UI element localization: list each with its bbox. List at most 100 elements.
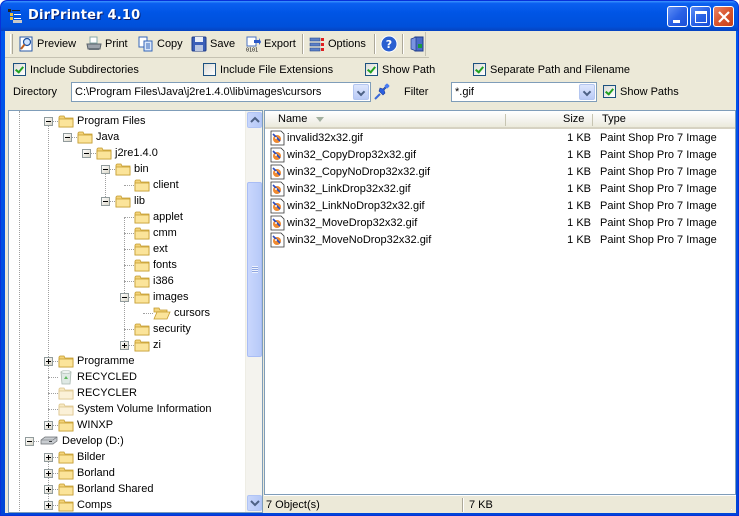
- minimize-button[interactable]: [667, 6, 688, 27]
- file-row[interactable]: win32_MoveNoDrop32x32.gif 1 KB Paint Shop …: [265, 232, 735, 249]
- maximize-button[interactable]: [690, 6, 711, 27]
- tree-line: [124, 265, 134, 266]
- tree-item[interactable]: cmm: [134, 225, 177, 241]
- tree-vertical-scrollbar[interactable]: [245, 111, 262, 512]
- pushpin-icon[interactable]: [373, 83, 391, 101]
- tree-item[interactable]: Program Files: [58, 113, 145, 129]
- show-paths-label: Show Paths: [620, 85, 679, 98]
- scroll-thumb[interactable]: [247, 182, 262, 357]
- tree-item[interactable]: zi: [134, 337, 161, 353]
- tree-item[interactable]: images: [134, 289, 188, 305]
- folder-icon: [134, 258, 150, 272]
- file-row[interactable]: win32_MoveDrop32x32.gif 1 KB Paint Shop Pr…: [265, 215, 735, 232]
- tree-item[interactable]: Borland Shared: [58, 481, 153, 497]
- options-button[interactable]: Options: [306, 33, 369, 55]
- column-header-size[interactable]: Size: [563, 113, 584, 125]
- folder-icon: [96, 146, 112, 160]
- expand-plus-icon[interactable]: [44, 421, 53, 430]
- tree-item[interactable]: ext: [134, 241, 168, 257]
- directory-label: Directory: [13, 86, 58, 98]
- expand-plus-icon[interactable]: [44, 357, 53, 366]
- collapse-minus-icon[interactable]: [44, 117, 53, 126]
- tree-item[interactable]: Comps: [58, 497, 112, 512]
- copy-button[interactable]: Copy: [135, 33, 186, 55]
- directory-combobox[interactable]: C:\Program Files\Java\j2re1.4.0\lib\imag…: [71, 82, 371, 102]
- column-divider[interactable]: [505, 114, 506, 126]
- show-path-checkbox[interactable]: Show Path: [365, 63, 435, 76]
- svg-text:?: ?: [386, 38, 392, 51]
- include-subdirectories-label: Include Subdirectories: [30, 63, 139, 76]
- tree-item[interactable]: fonts: [134, 257, 177, 273]
- collapse-minus-icon[interactable]: [101, 197, 110, 206]
- tree-item[interactable]: System Volume Information: [58, 401, 212, 417]
- tree-item[interactable]: Borland: [58, 465, 115, 481]
- expand-plus-icon[interactable]: [120, 341, 129, 350]
- tree-item[interactable]: Bilder: [58, 449, 105, 465]
- maximize-icon: [695, 11, 707, 23]
- filter-combobox[interactable]: *.gif: [451, 82, 597, 102]
- tree-item[interactable]: RECYCLED: [58, 369, 137, 385]
- tree-item[interactable]: RECYCLER: [58, 385, 137, 401]
- tree-item[interactable]: Develop (D:): [39, 433, 124, 449]
- tree-item-label: RECYCLED: [77, 371, 137, 383]
- preview-magnifier-icon: [19, 36, 33, 52]
- column-header-type[interactable]: Type: [602, 113, 626, 125]
- file-row[interactable]: win32_LinkDrop32x32.gif 1 KB Paint Shop Pr…: [265, 181, 735, 198]
- show-paths-checkbox[interactable]: Show Paths: [603, 85, 679, 98]
- preview-button[interactable]: Preview: [15, 33, 79, 55]
- collapse-minus-icon[interactable]: [63, 133, 72, 142]
- scroll-up-button[interactable]: [247, 112, 262, 128]
- export-button[interactable]: 0101 Export: [242, 33, 299, 55]
- tree-item[interactable]: applet: [134, 209, 183, 225]
- tree-item[interactable]: lib: [115, 193, 145, 209]
- scroll-down-button[interactable]: [247, 495, 262, 511]
- column-divider[interactable]: [592, 114, 593, 126]
- help-button[interactable]: ?: [377, 33, 401, 55]
- expand-plus-icon[interactable]: [44, 453, 53, 462]
- file-list[interactable]: Name Size Type invalid32x32.gif 1 KB Paint…: [264, 110, 736, 495]
- collapse-minus-icon[interactable]: [25, 437, 34, 446]
- include-subdirectories-checkbox[interactable]: Include Subdirectories: [13, 63, 139, 76]
- expand-plus-icon[interactable]: [44, 485, 53, 494]
- collapse-minus-icon[interactable]: [120, 293, 129, 302]
- file-row[interactable]: win32_CopyNoDrop32x32.gif 1 KB Paint Shop …: [265, 164, 735, 181]
- column-header-name[interactable]: Name: [278, 113, 307, 125]
- toolbar-grip[interactable]: [10, 34, 13, 54]
- resize-grip-icon[interactable]: [722, 500, 733, 511]
- filter-value[interactable]: *.gif: [452, 86, 579, 98]
- app-icon: [8, 9, 22, 23]
- directory-tree[interactable]: Program Files Java j2re1.4.0 bin client lib ap…: [8, 110, 263, 513]
- collapse-minus-icon[interactable]: [82, 149, 91, 158]
- tree-line: [124, 217, 134, 218]
- tree-item[interactable]: WINXP: [58, 417, 113, 433]
- title-bar[interactable]: DirPrinter 4.10: [1, 1, 738, 31]
- chevron-down-icon[interactable]: [353, 84, 369, 100]
- file-row[interactable]: win32_LinkNoDrop32x32.gif 1 KB Paint Shop …: [265, 198, 735, 215]
- tree-item[interactable]: cursors: [153, 305, 210, 321]
- tree-item[interactable]: j2re1.4.0: [96, 145, 158, 161]
- tree-item[interactable]: Programme: [58, 353, 134, 369]
- collapse-minus-icon[interactable]: [101, 165, 110, 174]
- separate-path-filename-checkbox[interactable]: Separate Path and Filename: [473, 63, 630, 76]
- expand-plus-icon[interactable]: [44, 501, 53, 510]
- folder-icon: [115, 194, 131, 208]
- tree-item[interactable]: bin: [115, 161, 149, 177]
- tree-item-label: bin: [134, 163, 149, 175]
- file-row[interactable]: win32_CopyDrop32x32.gif 1 KB Paint Shop Pr…: [265, 147, 735, 164]
- folder-icon: [134, 226, 150, 240]
- tree-item[interactable]: client: [134, 177, 179, 193]
- tree-item-label: System Volume Information: [77, 403, 212, 415]
- close-button[interactable]: [713, 6, 734, 27]
- expand-plus-icon[interactable]: [44, 469, 53, 478]
- chevron-down-icon[interactable]: [579, 84, 595, 100]
- directory-value[interactable]: C:\Program Files\Java\j2re1.4.0\lib\imag…: [72, 86, 353, 98]
- tree-item[interactable]: security: [134, 321, 191, 337]
- print-button[interactable]: Print: [83, 33, 131, 55]
- save-button[interactable]: Save: [188, 33, 238, 55]
- tree-item[interactable]: Java: [77, 129, 119, 145]
- include-file-extensions-checkbox[interactable]: Include File Extensions: [203, 63, 333, 76]
- svg-text:0101: 0101: [246, 48, 258, 53]
- file-row[interactable]: invalid32x32.gif 1 KB Paint Shop Pro 7 Ima…: [265, 130, 735, 147]
- help-icon: ?: [380, 35, 398, 53]
- tree-item[interactable]: i386: [134, 273, 174, 289]
